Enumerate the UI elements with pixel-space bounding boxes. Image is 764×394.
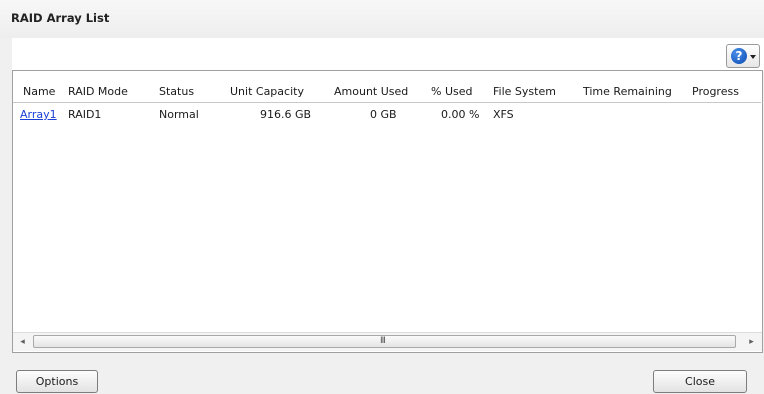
title-bar: RAID Array List — [0, 0, 764, 39]
help-button[interactable]: ? — [726, 44, 760, 68]
chevron-down-icon — [750, 55, 756, 59]
table-header: Name RAID Mode Status Unit Capacity Amou… — [13, 82, 761, 103]
cell-status: Normal — [159, 108, 199, 121]
scroll-right-arrow-icon[interactable]: ▸ — [743, 333, 760, 351]
array-name-link[interactable]: Array1 — [20, 108, 57, 121]
column-header-file-system[interactable]: File System — [493, 85, 556, 98]
scroll-left-arrow-icon[interactable]: ◂ — [14, 333, 31, 351]
column-header-progress[interactable]: Progress — [692, 85, 739, 98]
column-header-time-remaining[interactable]: Time Remaining — [583, 85, 672, 98]
toolbar-strip — [12, 38, 764, 71]
column-header-percent-used[interactable]: % Used — [431, 85, 472, 98]
cell-raid-mode: RAID1 — [68, 108, 102, 121]
options-button[interactable]: Options — [16, 370, 98, 393]
column-header-raid-mode[interactable]: RAID Mode — [68, 85, 128, 98]
column-header-name[interactable]: Name — [23, 85, 55, 98]
cell-percent-used: 0.00 % — [441, 108, 480, 121]
window-title: RAID Array List — [11, 11, 110, 25]
grip-icon: III — [380, 336, 386, 346]
column-header-status[interactable]: Status — [159, 85, 194, 98]
scrollbar-thumb[interactable]: III — [33, 335, 736, 348]
cell-file-system: XFS — [493, 108, 514, 121]
cell-unit-capacity: 916.6 GB — [260, 108, 312, 121]
cell-amount-used: 0 GB — [370, 108, 397, 121]
close-button[interactable]: Close — [653, 370, 747, 393]
question-circle-icon: ? — [731, 48, 747, 64]
table-row[interactable]: Array1 RAID1 Normal 916.6 GB 0 GB 0.00 %… — [13, 104, 761, 126]
column-header-unit-capacity[interactable]: Unit Capacity — [230, 85, 304, 98]
horizontal-scrollbar[interactable]: ◂ III ▸ — [13, 332, 762, 351]
column-header-amount-used[interactable]: Amount Used — [334, 85, 408, 98]
raid-array-list-window: RAID Array List ? Name RAID Mode Status … — [0, 0, 764, 394]
